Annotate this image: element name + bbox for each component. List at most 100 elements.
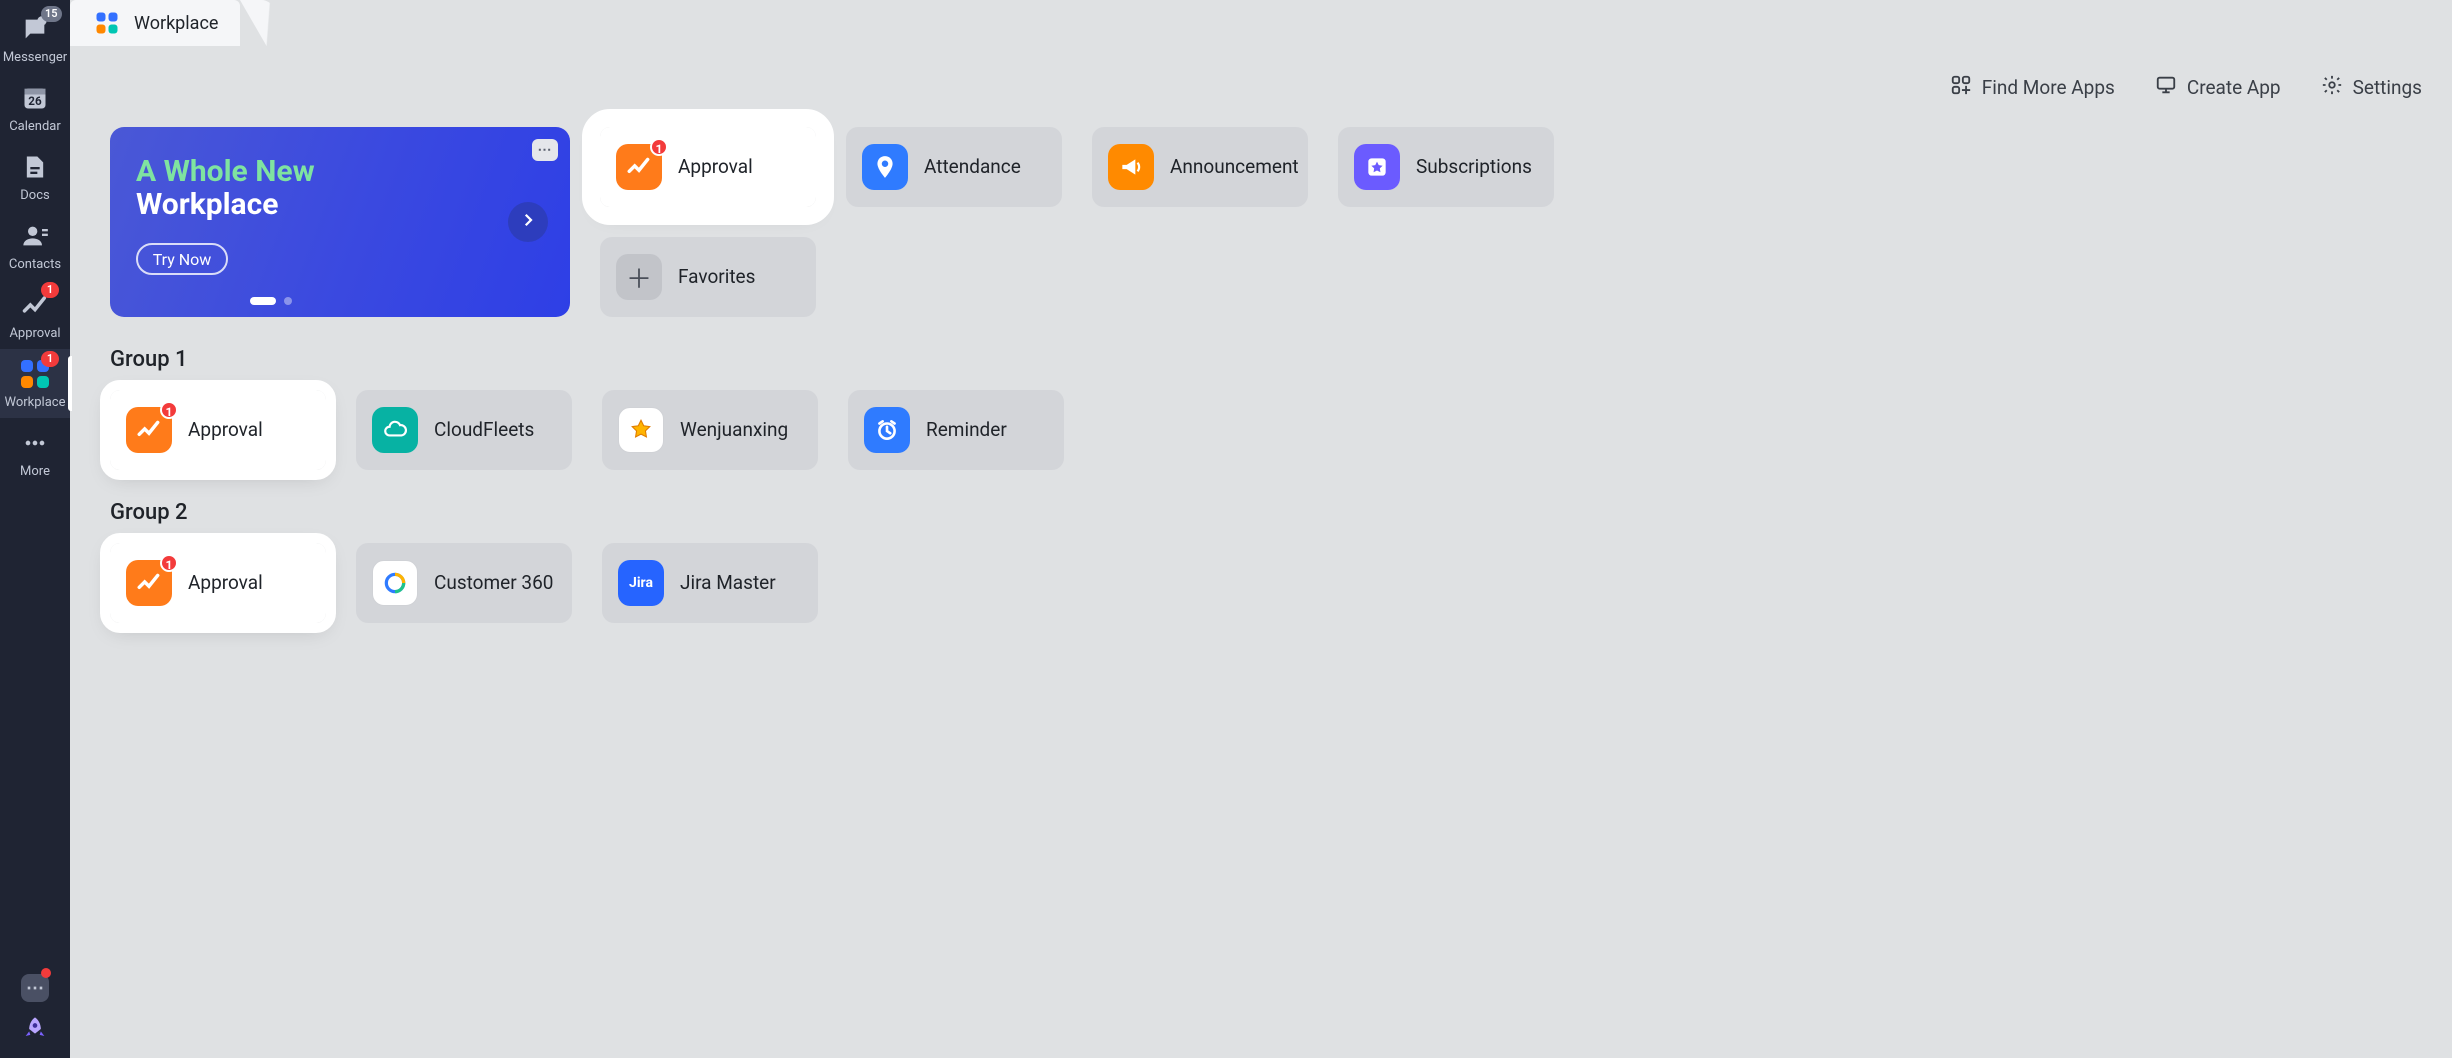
sidebar-item-contacts[interactable]: Contacts — [0, 211, 70, 280]
promo-cta-label: Try Now — [153, 250, 212, 269]
main-area: Workplace Find More Apps Create App — [70, 0, 2452, 1058]
rocket-icon — [20, 1014, 50, 1044]
tile-label: Subscriptions — [1416, 156, 1532, 179]
app-tile-c360[interactable]: Customer 360 — [356, 543, 572, 623]
promo-try-now-button[interactable]: Try Now — [136, 243, 228, 275]
tile-label: Approval — [678, 156, 753, 179]
badge-count: 1 — [160, 554, 178, 572]
promo-pagination-dots[interactable] — [250, 297, 292, 305]
create-app-button[interactable]: Create App — [2155, 74, 2281, 101]
app-tile-clock[interactable]: Reminder — [848, 390, 1064, 470]
left-sidebar: 15 Messenger 26 Calendar Docs Contacts — [0, 0, 70, 1058]
promo-next-button[interactable] — [508, 202, 548, 242]
app-tile-cloud[interactable]: CloudFleets — [356, 390, 572, 470]
overflow-chip-icon: ⋯ — [21, 974, 49, 1002]
settings-button[interactable]: Settings — [2321, 74, 2422, 101]
app-tile-subs[interactable]: Subscriptions — [1338, 127, 1554, 207]
tab-bar: Workplace — [70, 0, 2452, 46]
sidebar-item-workplace[interactable]: 1 Workplace — [0, 349, 70, 418]
apps-grid-icon — [1950, 74, 1972, 101]
sidebar-item-label: Approval — [9, 326, 60, 341]
app-tile-approval[interactable]: 1 Approval — [110, 390, 326, 470]
docs-icon — [20, 152, 50, 182]
tile-label: Announcement — [1170, 156, 1299, 179]
quick-apps-row: 1 Approval Attendance Announcement Subscript… — [600, 127, 1554, 207]
app-tile-attendance[interactable]: Attendance — [846, 127, 1062, 207]
tab-label: Workplace — [134, 13, 218, 34]
action-label: Settings — [2353, 76, 2422, 99]
monitor-icon — [2155, 74, 2177, 101]
c360-icon — [372, 560, 418, 606]
tile-label: Reminder — [926, 419, 1007, 442]
tab-workplace[interactable]: Workplace — [70, 0, 240, 46]
promo-title-line2: Workplace — [136, 188, 544, 221]
app-root: 15 Messenger 26 Calendar Docs Contacts — [0, 0, 2452, 1058]
badge-count: 1 — [650, 138, 668, 156]
action-label: Find More Apps — [1982, 76, 2115, 99]
sidebar-item-boost[interactable] — [0, 1008, 70, 1058]
tile-label: Attendance — [924, 156, 1021, 179]
app-tile-announce[interactable]: Announcement — [1092, 127, 1308, 207]
tile-label: Jira Master — [680, 572, 776, 595]
approval-icon: 1 — [126, 407, 172, 453]
tile-label: Customer 360 — [434, 572, 553, 595]
badge-count: 1 — [41, 282, 59, 298]
notification-dot — [41, 968, 51, 978]
tile-label: CloudFleets — [434, 419, 534, 442]
sidebar-item-label: More — [20, 464, 50, 479]
approval-icon: 1 — [126, 560, 172, 606]
favorites-add-tile[interactable]: ＋ Favorites — [600, 237, 816, 317]
attendance-icon — [862, 144, 908, 190]
badge-count: 1 — [160, 401, 178, 419]
promo-title-line1: A Whole New — [136, 155, 544, 188]
plus-icon: ＋ — [616, 254, 662, 300]
sidebar-item-approval[interactable]: 1 Approval — [0, 280, 70, 349]
clock-icon — [864, 407, 910, 453]
app-tile-approval[interactable]: 1 Approval — [600, 127, 816, 207]
gear-icon — [2321, 74, 2343, 101]
sidebar-item-label: Docs — [20, 188, 49, 203]
workplace-icon — [92, 8, 122, 38]
action-label: Create App — [2187, 76, 2281, 99]
promo-card[interactable]: ⋯ A Whole New Workplace Try Now — [110, 127, 570, 317]
contacts-icon — [20, 221, 50, 251]
sidebar-item-calendar[interactable]: 26 Calendar — [0, 73, 70, 142]
svg-text:26: 26 — [28, 94, 42, 108]
badge-count: 1 — [41, 351, 59, 367]
group-apps-row: 1 Approval CloudFleets Wenjuanxing Reminder — [110, 390, 2434, 470]
app-tile-approval[interactable]: 1 Approval — [110, 543, 326, 623]
sidebar-item-label: Contacts — [9, 257, 61, 272]
app-tile-star[interactable]: Wenjuanxing — [602, 390, 818, 470]
sidebar-item-docs[interactable]: Docs — [0, 142, 70, 211]
star-icon — [618, 407, 664, 453]
group-title: Group 2 — [110, 500, 2434, 525]
calendar-icon: 26 — [20, 83, 50, 113]
sidebar-item-label: Workplace — [5, 395, 66, 410]
find-more-apps-button[interactable]: Find More Apps — [1950, 74, 2115, 101]
badge-count: 15 — [41, 6, 62, 22]
app-tile-jira[interactable]: Jira Jira Master — [602, 543, 818, 623]
sidebar-item-label: Messenger — [3, 50, 67, 65]
sidebar-item-more[interactable]: More — [0, 418, 70, 487]
subs-icon — [1354, 144, 1400, 190]
groups-container: Group 1 1 Approval CloudFleets Wenjuanxing Re… — [110, 347, 2434, 623]
promo-menu-button[interactable]: ⋯ — [532, 139, 558, 161]
chevron-right-icon — [519, 211, 537, 233]
sidebar-item-label: Calendar — [9, 119, 61, 134]
tile-label: Wenjuanxing — [680, 419, 788, 442]
top-row: ⋯ A Whole New Workplace Try Now 1 Approva… — [110, 127, 2434, 317]
sidebar-item-messenger[interactable]: 15 Messenger — [0, 4, 70, 73]
more-icon — [20, 428, 50, 458]
tile-label: Approval — [188, 572, 263, 595]
group-title: Group 1 — [110, 347, 2434, 372]
cloud-icon — [372, 407, 418, 453]
sidebar-item-apps-overflow[interactable]: ⋯ — [0, 968, 70, 1008]
tile-label: Favorites — [678, 266, 755, 289]
group-apps-row: 1 Approval Customer 360 Jira Jira Master — [110, 543, 2434, 623]
content-area: Find More Apps Create App Settings — [70, 46, 2452, 1058]
approval-icon: 1 — [616, 144, 662, 190]
announce-icon — [1108, 144, 1154, 190]
jira-icon: Jira — [618, 560, 664, 606]
tile-label: Approval — [188, 419, 263, 442]
action-bar: Find More Apps Create App Settings — [110, 46, 2434, 127]
